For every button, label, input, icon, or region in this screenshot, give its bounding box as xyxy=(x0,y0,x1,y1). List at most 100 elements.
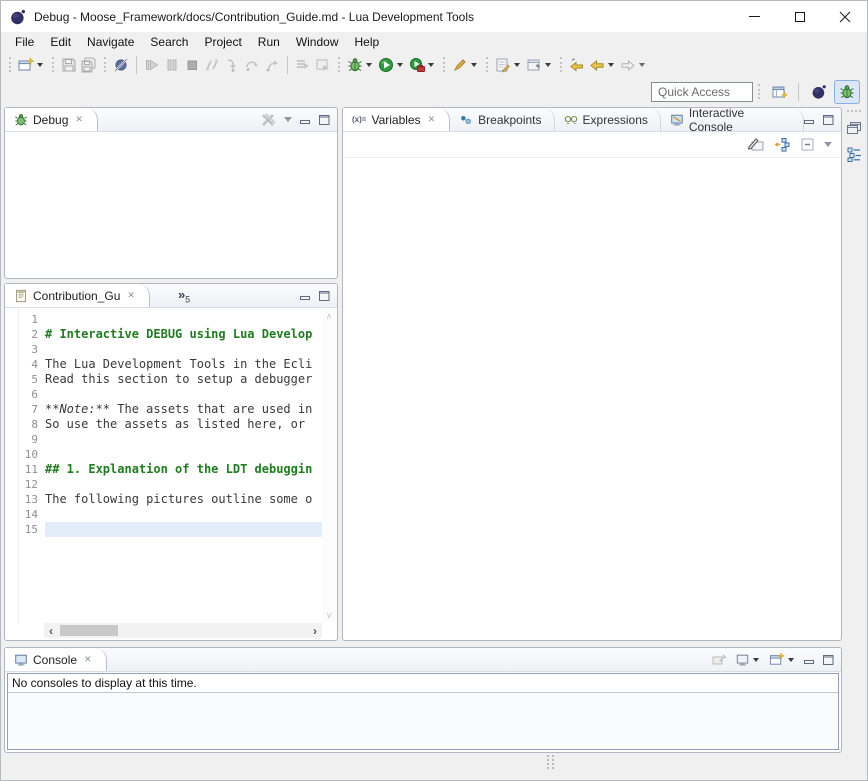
annotation-ruler[interactable] xyxy=(6,309,19,623)
maximize-view-button[interactable] xyxy=(823,655,834,665)
tab-close-icon[interactable]: ✕ xyxy=(84,654,92,665)
maximize-view-button[interactable] xyxy=(823,115,834,125)
window-close-button[interactable] xyxy=(822,1,867,32)
minimize-view-button[interactable] xyxy=(300,291,311,301)
line-number: 3 xyxy=(20,342,45,357)
tab-close-icon[interactable]: ✕ xyxy=(428,114,436,125)
outline-view-button[interactable] xyxy=(844,144,864,164)
right-trim-bar xyxy=(842,107,866,641)
menu-help[interactable]: Help xyxy=(347,33,388,51)
tab-breakpoints[interactable]: Breakpoints xyxy=(450,108,554,131)
skip-all-breakpoints-button[interactable] xyxy=(111,54,131,76)
minimize-view-button[interactable] xyxy=(300,115,311,125)
lua-perspective-button[interactable] xyxy=(806,80,832,104)
menu-navigate[interactable]: Navigate xyxy=(79,33,142,51)
disconnect-button[interactable] xyxy=(202,54,222,76)
new-wizard-button[interactable] xyxy=(16,54,47,76)
status-trim-drag-handle[interactable] xyxy=(547,755,554,769)
debug-view-controls xyxy=(261,108,337,131)
debug-button[interactable] xyxy=(345,54,376,76)
variables-stack-header: (x)= Variables ✕ Breakpoints Expressio xyxy=(343,108,841,132)
editor-text-area[interactable]: 1 2# Interactive DEBUG using Lua Develop… xyxy=(20,312,322,537)
dropdown-caret-icon xyxy=(788,658,794,662)
display-selected-console-button[interactable] xyxy=(735,653,761,667)
menu-search[interactable]: Search xyxy=(142,33,196,51)
sash-main-console[interactable] xyxy=(4,641,842,647)
collapse-all-icon[interactable] xyxy=(800,137,815,152)
editor-horizontal-scrollbar[interactable]: ‹ › xyxy=(44,623,322,638)
remove-terminated-launches-icon[interactable] xyxy=(261,113,276,127)
maximize-view-button[interactable] xyxy=(319,291,330,301)
debug-perspective-button[interactable] xyxy=(834,80,860,104)
resume-button[interactable] xyxy=(142,54,162,76)
save-all-button[interactable] xyxy=(79,54,99,76)
open-console-button[interactable] xyxy=(769,652,796,667)
toolbar-drag-handle[interactable] xyxy=(9,57,11,72)
minimize-view-button[interactable] xyxy=(804,655,815,665)
menu-file[interactable]: File xyxy=(7,33,42,51)
window-maximize-button[interactable] xyxy=(777,1,822,32)
menu-edit[interactable]: Edit xyxy=(42,33,79,51)
use-step-filters-button[interactable] xyxy=(293,54,313,76)
menu-project[interactable]: Project xyxy=(196,33,249,51)
sash-left-right[interactable] xyxy=(338,107,342,641)
scroll-track[interactable] xyxy=(58,623,308,638)
tab-debug[interactable]: Debug ✕ xyxy=(5,108,98,131)
open-perspective-button[interactable] xyxy=(767,80,793,104)
tab-contribution-guide[interactable]: Contribution_Gu ✕ xyxy=(5,284,150,307)
scroll-left-icon[interactable]: ‹ xyxy=(44,624,58,638)
scroll-right-icon[interactable]: › xyxy=(308,624,322,638)
suspend-button[interactable] xyxy=(162,54,182,76)
view-menu-button[interactable] xyxy=(284,117,292,122)
step-into-button[interactable] xyxy=(222,54,242,76)
tab-interactive-console[interactable]: Interactive Console xyxy=(661,108,804,131)
trim-drag-handle[interactable] xyxy=(847,110,861,112)
menu-run[interactable]: Run xyxy=(250,33,288,51)
editor-line: 9 xyxy=(20,432,322,447)
forward-button[interactable] xyxy=(618,54,649,76)
terminate-button[interactable] xyxy=(182,54,202,76)
scroll-thumb[interactable] xyxy=(60,625,118,636)
show-type-names-icon[interactable] xyxy=(748,137,765,152)
step-over-button[interactable] xyxy=(242,54,262,76)
restore-view-button[interactable] xyxy=(844,118,864,138)
line-text xyxy=(45,507,322,522)
window-minimize-button[interactable] xyxy=(732,1,777,32)
new-task-button[interactable] xyxy=(493,54,524,76)
tab-close-icon[interactable]: ✕ xyxy=(75,114,83,125)
line-number: 14 xyxy=(20,507,45,522)
external-tools-button[interactable] xyxy=(407,54,438,76)
run-last-tool-button[interactable] xyxy=(313,54,333,76)
tab-console[interactable]: Console ✕ xyxy=(5,648,107,671)
sash-debug-editor[interactable] xyxy=(4,279,338,283)
pen-tool-button[interactable] xyxy=(450,54,481,76)
pin-console-icon[interactable] xyxy=(711,653,727,667)
scroll-up-icon[interactable]: ∧ xyxy=(326,311,333,322)
breakpoints-icon xyxy=(459,113,473,127)
editor-header: Contribution_Gu ✕ »5 xyxy=(5,284,337,308)
tab-variables[interactable]: (x)= Variables ✕ xyxy=(343,108,450,131)
last-edit-location-button[interactable] xyxy=(567,54,587,76)
line-number: 1 xyxy=(20,312,45,327)
tab-label: Debug xyxy=(33,113,68,127)
tab-expressions[interactable]: Expressions xyxy=(555,108,661,131)
menu-window[interactable]: Window xyxy=(288,33,347,51)
show-logical-structure-icon[interactable] xyxy=(774,137,791,152)
view-menu-button[interactable] xyxy=(824,142,832,147)
line-text: **Note:** The assets that are used in xyxy=(45,402,322,417)
pin-editor-button[interactable] xyxy=(524,54,555,76)
tab-close-icon[interactable]: ✕ xyxy=(127,290,135,301)
back-button[interactable] xyxy=(587,54,618,76)
variables-stack-panel: (x)= Variables ✕ Breakpoints Expressio xyxy=(342,107,842,641)
terminate-icon xyxy=(184,57,200,73)
pin-editor-icon xyxy=(526,57,542,73)
editor-vertical-scrollbar[interactable]: ∧ ∨ xyxy=(322,309,336,623)
minimize-view-button[interactable] xyxy=(804,115,815,125)
scroll-down-icon[interactable]: ∨ xyxy=(326,610,333,621)
hidden-editors-indicator[interactable]: »5 xyxy=(178,287,190,305)
save-button[interactable] xyxy=(59,54,79,76)
run-button[interactable] xyxy=(376,54,407,76)
maximize-view-button[interactable] xyxy=(319,115,330,125)
quick-access-input[interactable] xyxy=(651,82,753,102)
step-return-button[interactable] xyxy=(262,54,282,76)
